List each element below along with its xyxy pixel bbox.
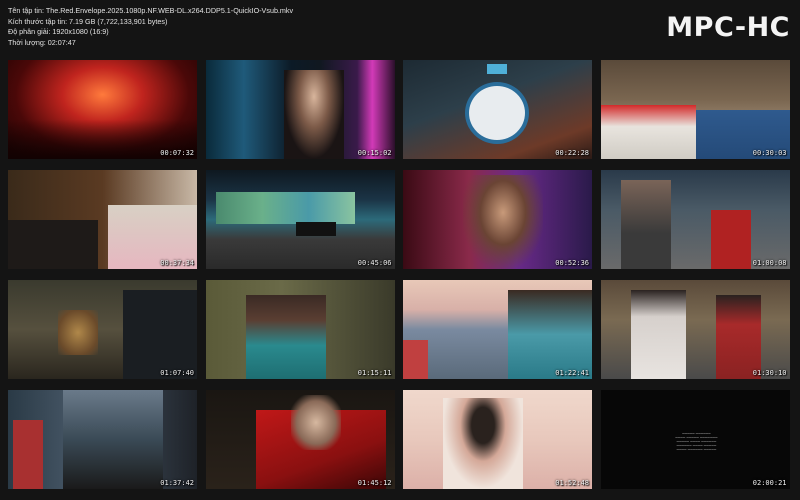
thumbnail-3: 00:22:28 — [403, 60, 592, 159]
timestamp: 02:00:21 — [752, 479, 787, 487]
thumbnail-8: 01:00:08 — [600, 170, 790, 269]
thumbnail-6: 00:45:06 — [205, 170, 395, 269]
file-info: Tên tập tin: The.Red.Envelope.2025.1080p… — [8, 6, 293, 48]
thumbnail-12: 01:30:10 — [600, 280, 790, 379]
timestamp: 01:15:11 — [357, 369, 392, 377]
timestamp: 01:00:08 — [752, 259, 787, 267]
thumbnail-9: 01:07:40 — [8, 280, 197, 379]
file-size: Kích thước tập tin: 7.19 GB (7,722,133,9… — [8, 16, 168, 26]
timestamp: 01:37:42 — [160, 479, 194, 487]
file-name: Tên tập tin: The.Red.Envelope.2025.1080p… — [8, 6, 294, 15]
thumbnail-4: 00:30:03 — [600, 60, 790, 159]
timestamp: 00:30:03 — [752, 149, 787, 157]
timestamp: 01:30:10 — [752, 369, 787, 377]
thumbnail-1: 00:07:32 — [8, 60, 197, 159]
thumbnail-14: 01:45:12 — [205, 390, 395, 489]
credits-text: ▁▁▁▁▁ ▁▁▁▁▁▁ ▁▁▁▁ ▁▁▁▁▁ ▁▁▁▁▁▁▁ ▁▁▁▁▁ ▁▁▁▁… — [675, 430, 718, 450]
thumbnail-15: 01:52:48 — [403, 390, 592, 489]
resolution: Độ phân giải: 1920x1080 (16:9) — [8, 27, 109, 36]
timestamp: 01:52:48 — [555, 479, 589, 487]
timestamp: 00:52:36 — [555, 259, 589, 267]
thumbnail-7: 00:52:36 — [403, 170, 592, 269]
timestamp: 01:45:12 — [357, 479, 392, 487]
timestamp: 01:07:40 — [160, 369, 194, 377]
timestamp: 01:22:41 — [555, 369, 589, 377]
timestamp: 00:15:02 — [357, 149, 392, 157]
thumbnail-13: 01:37:42 — [8, 390, 197, 489]
timestamp: 00:07:32 — [160, 149, 194, 157]
mpc-hc-logo: MPC-HC — [666, 12, 790, 43]
thumbnail-16: ▁▁▁▁▁ ▁▁▁▁▁▁ ▁▁▁▁ ▁▁▁▁▁ ▁▁▁▁▁▁▁ ▁▁▁▁▁ ▁▁▁▁… — [600, 390, 790, 489]
duration: Thời lượng: 02:07:47 — [8, 37, 76, 47]
thumbnail-5: 00:37:34 — [8, 170, 197, 269]
timestamp: 00:45:06 — [357, 259, 392, 267]
thumbnail-10: 01:15:11 — [205, 280, 395, 379]
timestamp: 00:37:34 — [160, 259, 194, 267]
timestamp: 00:22:28 — [555, 149, 589, 157]
thumbnail-2: 00:15:02 — [205, 60, 395, 159]
thumbnail-grid: 00:07:32 00:15:02 00:22:28 00:30:03 00:3… — [8, 60, 790, 489]
thumbnail-11: 01:22:41 — [403, 280, 592, 379]
